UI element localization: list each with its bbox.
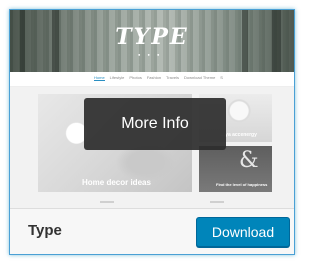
theme-actions-bar: Type Download bbox=[10, 208, 294, 254]
theme-name: Type bbox=[28, 222, 62, 239]
preview-post-caption: Find the level of happiness bbox=[216, 182, 268, 187]
ampersand-decor-icon: & bbox=[239, 148, 259, 173]
preview-nav-item: Home bbox=[94, 75, 105, 81]
download-button[interactable]: Download bbox=[196, 217, 290, 247]
preview-nav-item: Lifestyle bbox=[109, 75, 125, 80]
preview-nav-item: Photos bbox=[129, 75, 142, 80]
preview-site-logo: TYPE bbox=[115, 24, 189, 50]
preview-hero-banner: TYPE ● ● ● bbox=[10, 10, 294, 72]
preview-post-thumb: Find the level of happiness bbox=[199, 146, 272, 192]
preview-nav-item: Travels bbox=[166, 75, 180, 80]
more-info-button[interactable]: More Info bbox=[84, 98, 226, 150]
preview-post-caption: ...ya accenergy bbox=[221, 132, 257, 138]
preview-nav-item: Fashion bbox=[146, 75, 162, 80]
preview-footer-strip bbox=[38, 198, 272, 208]
theme-card[interactable]: TYPE ● ● ● Home Lifestyle Photos Fashion… bbox=[9, 9, 295, 255]
preview-nav-item: S bbox=[220, 75, 223, 80]
preview-navigation: Home Lifestyle Photos Fashion Travels Do… bbox=[10, 72, 294, 87]
preview-social-icons: ● ● ● bbox=[138, 52, 163, 57]
preview-post-caption: Home decor ideas bbox=[82, 178, 151, 187]
preview-nav-item: Download Theme bbox=[184, 75, 216, 80]
theme-screenshot[interactable]: TYPE ● ● ● Home Lifestyle Photos Fashion… bbox=[10, 10, 294, 208]
